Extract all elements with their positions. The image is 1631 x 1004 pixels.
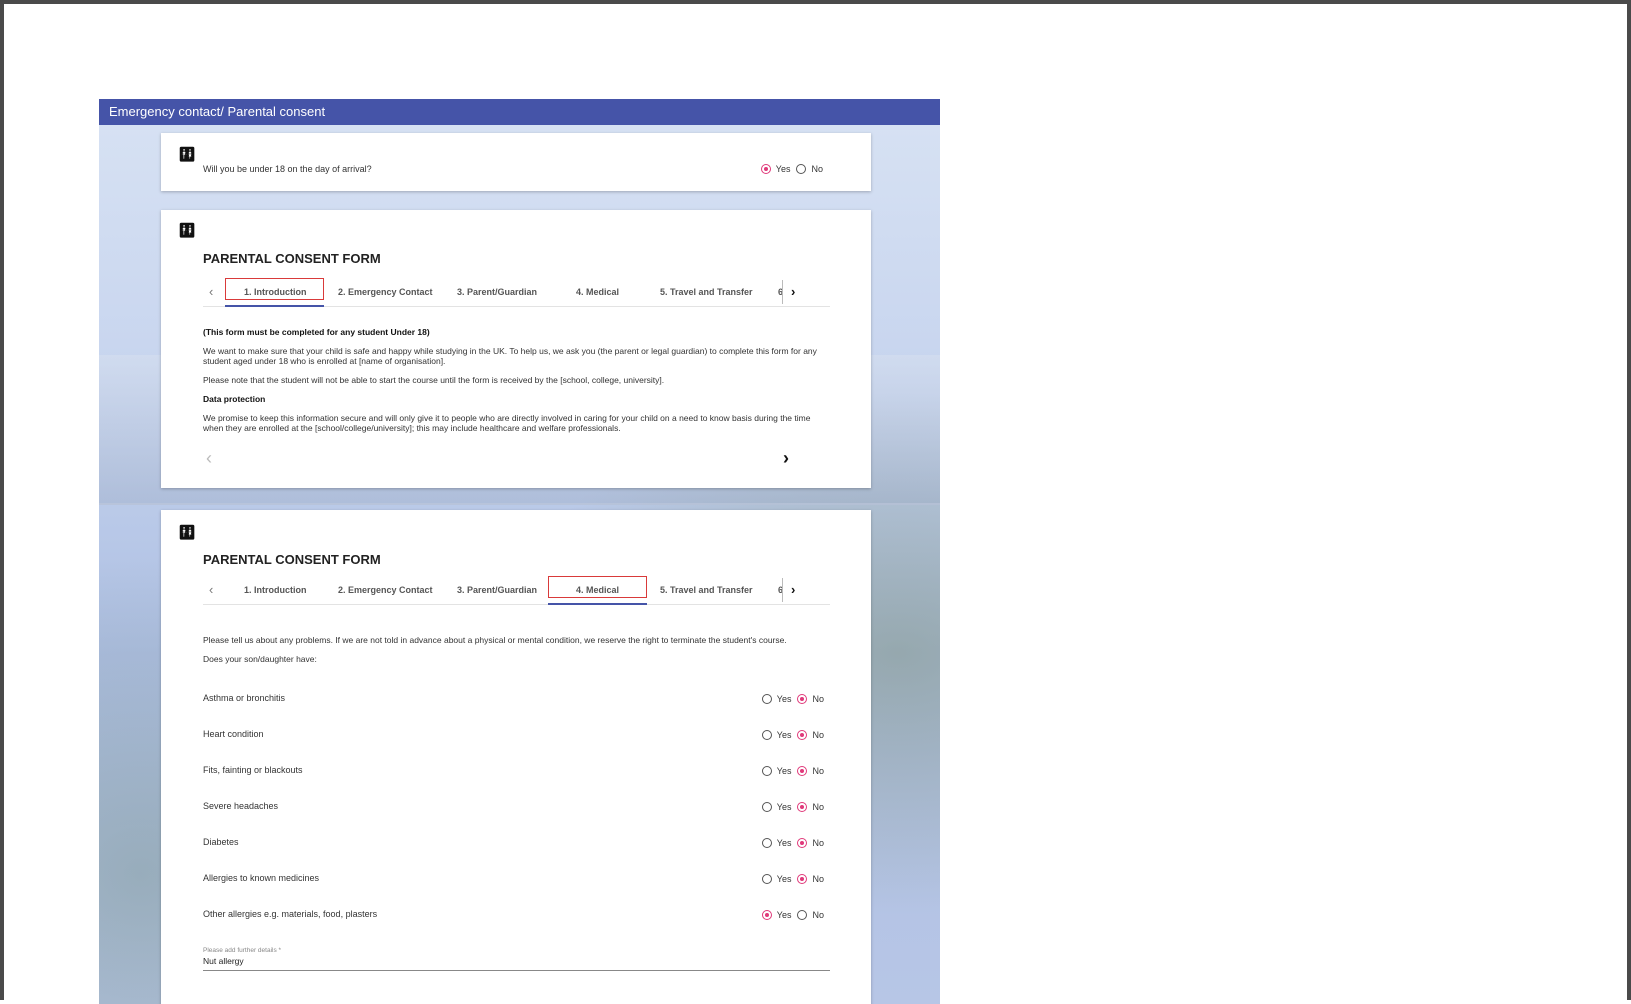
condition-label: Heart condition bbox=[203, 729, 264, 739]
condition-no-label: No bbox=[812, 802, 824, 812]
tab-divider bbox=[782, 280, 783, 304]
condition-yes-label: Yes bbox=[776, 802, 792, 812]
tab-emergency-contact[interactable]: 2. Emergency Contact bbox=[338, 287, 433, 297]
consent-form-medical-card: 🚻︎ PARENTAL CONSENT FORM ‹ 1. Introducti… bbox=[161, 510, 871, 1004]
condition-radio-group: Yes No bbox=[761, 802, 830, 812]
under18-yes-label: Yes bbox=[775, 164, 791, 174]
details-input[interactable]: Nut allergy bbox=[203, 956, 830, 971]
next-arrow-icon[interactable]: › bbox=[783, 448, 789, 469]
chevron-right-icon[interactable]: › bbox=[791, 284, 795, 299]
condition-radio-group: Yes No bbox=[761, 694, 830, 704]
condition-row: Other allergies e.g. materials, food, pl… bbox=[203, 909, 830, 925]
tab-parent-guardian[interactable]: 3. Parent/Guardian bbox=[457, 585, 537, 595]
condition-no-radio[interactable] bbox=[797, 802, 808, 812]
condition-no-radio[interactable] bbox=[797, 730, 808, 740]
condition-row: Fits, fainting or blackouts Yes No bbox=[203, 765, 830, 781]
condition-label: Diabetes bbox=[203, 837, 239, 847]
condition-row: Heart condition Yes No bbox=[203, 729, 830, 745]
condition-label: Severe headaches bbox=[203, 801, 279, 811]
consent-panel: Emergency contact/ Parental consent 🚻︎ W… bbox=[99, 99, 940, 1004]
condition-radio-group: Yes No bbox=[761, 838, 830, 848]
tab-divider bbox=[782, 578, 783, 602]
data-protection-heading: Data protection bbox=[203, 394, 266, 404]
under18-yes-radio[interactable] bbox=[760, 164, 771, 174]
condition-yes-radio[interactable] bbox=[761, 838, 772, 848]
condition-yes-label: Yes bbox=[776, 910, 792, 920]
condition-yes-label: Yes bbox=[776, 766, 792, 776]
condition-row: Asthma or bronchitis Yes No bbox=[203, 693, 830, 709]
condition-no-radio[interactable] bbox=[797, 910, 808, 920]
tab-medical[interactable]: 4. Medical bbox=[576, 585, 619, 595]
condition-label: Asthma or bronchitis bbox=[203, 693, 286, 703]
medical-question: Does your son/daughter have: bbox=[203, 654, 317, 664]
chevron-left-icon[interactable]: ‹ bbox=[209, 284, 213, 299]
under18-no-label: No bbox=[811, 164, 823, 174]
condition-yes-label: Yes bbox=[776, 874, 792, 884]
under18-radio-group: Yes No bbox=[760, 164, 829, 174]
condition-label: Fits, fainting or blackouts bbox=[203, 765, 303, 775]
form-title: PARENTAL CONSENT FORM bbox=[203, 251, 381, 266]
condition-row: Allergies to known medicines Yes No bbox=[203, 873, 830, 889]
condition-no-radio[interactable] bbox=[797, 838, 808, 848]
panel-title: Emergency contact/ Parental consent bbox=[99, 99, 940, 125]
background-scene: 🚻︎ Will you be under 18 on the day of ar… bbox=[99, 125, 940, 1004]
condition-yes-label: Yes bbox=[776, 838, 792, 848]
people-icon: 🚻︎ bbox=[178, 524, 196, 540]
data-protection-text: We promise to keep this information secu… bbox=[203, 413, 811, 433]
condition-radio-group: Yes No bbox=[761, 766, 830, 776]
prev-arrow-icon[interactable]: ‹ bbox=[206, 448, 212, 469]
condition-yes-radio[interactable] bbox=[761, 802, 772, 812]
condition-no-label: No bbox=[812, 874, 824, 884]
condition-radio-group: Yes No bbox=[761, 874, 830, 884]
form-tabs: ‹ 1. Introduction 2. Emergency Contact 3… bbox=[203, 278, 830, 307]
people-icon: 🚻︎ bbox=[178, 222, 196, 238]
tab-medical[interactable]: 4. Medical bbox=[576, 287, 619, 297]
condition-radio-group: Yes No bbox=[761, 910, 830, 920]
tab-parent-guardian[interactable]: 3. Parent/Guardian bbox=[457, 287, 537, 297]
form-tabs: ‹ 1. Introduction 2. Emergency Contact 3… bbox=[203, 576, 830, 605]
condition-no-radio[interactable] bbox=[797, 766, 808, 776]
condition-row: Diabetes Yes No bbox=[203, 837, 830, 853]
chevron-right-icon[interactable]: › bbox=[791, 582, 795, 597]
under18-no-radio[interactable] bbox=[796, 164, 807, 174]
condition-no-label: No bbox=[812, 838, 824, 848]
condition-radio-group: Yes No bbox=[761, 730, 830, 740]
condition-yes-radio[interactable] bbox=[761, 910, 772, 920]
tab-introduction[interactable]: 1. Introduction bbox=[244, 585, 307, 595]
intro-paragraph-1: We want to make sure that your child is … bbox=[203, 346, 817, 366]
condition-row: Severe headaches Yes No bbox=[203, 801, 830, 817]
consent-form-intro-card: 🚻︎ PARENTAL CONSENT FORM ‹ 1. Introducti… bbox=[161, 210, 871, 488]
under18-question: Will you be under 18 on the day of arriv… bbox=[203, 164, 372, 174]
tab-travel-transfer[interactable]: 5. Travel and Transfer bbox=[660, 585, 753, 595]
tab-introduction[interactable]: 1. Introduction bbox=[244, 287, 307, 297]
condition-no-radio[interactable] bbox=[797, 874, 808, 884]
intro-paragraph-2: Please note that the student will not be… bbox=[203, 375, 665, 385]
condition-yes-radio[interactable] bbox=[761, 874, 772, 884]
tab-travel-transfer[interactable]: 5. Travel and Transfer bbox=[660, 287, 753, 297]
condition-yes-radio[interactable] bbox=[761, 694, 772, 704]
condition-yes-label: Yes bbox=[776, 694, 792, 704]
intro-heading: (This form must be completed for any stu… bbox=[203, 327, 430, 337]
condition-yes-label: Yes bbox=[776, 730, 792, 740]
condition-yes-radio[interactable] bbox=[761, 766, 772, 776]
condition-label: Other allergies e.g. materials, food, pl… bbox=[203, 909, 378, 919]
form-title: PARENTAL CONSENT FORM bbox=[203, 552, 381, 567]
condition-no-label: No bbox=[812, 730, 824, 740]
condition-no-radio[interactable] bbox=[797, 694, 808, 704]
under18-card: 🚻︎ Will you be under 18 on the day of ar… bbox=[161, 133, 871, 191]
people-icon: 🚻︎ bbox=[178, 146, 196, 162]
condition-no-label: No bbox=[812, 910, 824, 920]
details-label: Please add further details * bbox=[203, 947, 282, 954]
condition-no-label: No bbox=[812, 694, 824, 704]
condition-label: Allergies to known medicines bbox=[203, 873, 320, 883]
chevron-left-icon[interactable]: ‹ bbox=[209, 582, 213, 597]
active-tab-underline bbox=[225, 305, 324, 307]
condition-no-label: No bbox=[812, 766, 824, 776]
medical-intro: Please tell us about any problems. If we… bbox=[203, 635, 787, 645]
tab-emergency-contact[interactable]: 2. Emergency Contact bbox=[338, 585, 433, 595]
condition-yes-radio[interactable] bbox=[761, 730, 772, 740]
active-tab-underline bbox=[548, 603, 647, 605]
